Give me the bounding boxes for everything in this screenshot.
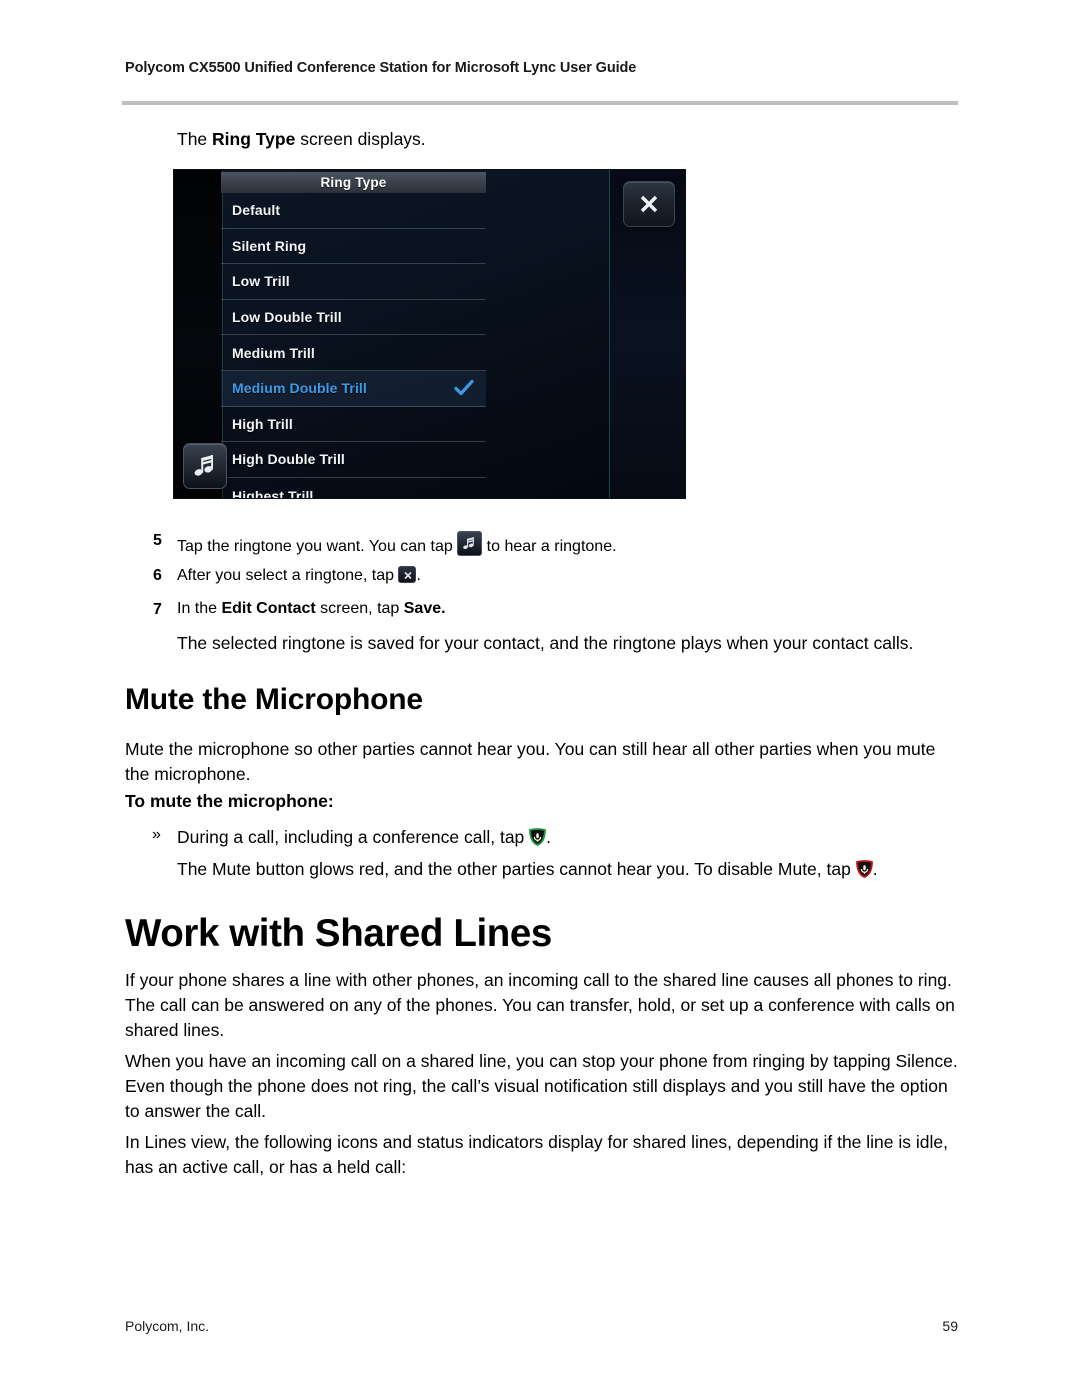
shared-lines-heading: Work with Shared Lines: [125, 912, 552, 955]
footer-company: Polycom, Inc.: [125, 1318, 210, 1334]
close-x-icon: [404, 571, 413, 580]
intro-text-after: screen displays.: [295, 129, 426, 149]
ringtone-list-item[interactable]: Low Double Trill: [221, 300, 486, 336]
mute-green-icon-wrap[interactable]: [529, 828, 547, 846]
mute-result-text-after: .: [872, 859, 878, 879]
step-5-text: Tap the ringtone you want. You can tap t…: [177, 531, 937, 556]
step-7-text: In the Edit Contact screen, tap Save.: [177, 600, 937, 618]
shared-lines-paragraph-2: When you have an incoming call on a shar…: [125, 1051, 958, 1121]
ringtone-list-item[interactable]: Low Trill: [221, 264, 486, 300]
document-page: Polycom CX5500 Unified Conference Statio…: [0, 0, 1080, 1397]
ringtone-label: High Double Trill: [232, 451, 345, 468]
mute-result-text-before: The Mute button glows red, and the other…: [177, 859, 856, 879]
ringtone-label: Low Trill: [232, 273, 290, 290]
music-note-icon: [463, 537, 475, 550]
ring-type-screenshot: Ring Type Default Silent Ring Low Trill Low…: [174, 170, 685, 498]
step-5-text-after: to hear a ringtone.: [482, 538, 617, 555]
step-7-bold-edit-contact: Edit Contact: [221, 600, 316, 617]
ringtone-list[interactable]: Default Silent Ring Low Trill Low Double Tr…: [221, 193, 486, 498]
screenshot-play-ringtone-button[interactable]: [183, 443, 227, 489]
shared-lines-paragraph-3: In Lines view, the following icons and s…: [125, 1132, 948, 1177]
ringtone-label: Default: [232, 202, 281, 219]
step-5-text-before: Tap the ringtone you want. You can tap: [177, 538, 458, 555]
ringtone-list-item[interactable]: Default: [221, 193, 486, 229]
close-x-icon: [640, 195, 658, 213]
running-header: Polycom CX5500 Unified Conference Statio…: [125, 60, 637, 76]
mute-green-icon: [529, 828, 547, 846]
bullet-marker: »: [152, 826, 161, 843]
ringtone-label: Silent Ring: [232, 237, 307, 254]
screenshot-title-bar: Ring Type: [221, 172, 486, 193]
footer-page-number: 59: [942, 1318, 958, 1334]
step-7-text-before: In the: [177, 600, 222, 617]
ringtone-list-item[interactable]: Medium Trill: [221, 335, 486, 371]
music-note-icon: [194, 455, 213, 476]
checkmark-icon: [454, 378, 474, 398]
mute-subheading: To mute the microphone:: [125, 791, 334, 811]
ringtone-list-item[interactable]: Silent Ring: [221, 229, 486, 265]
step-7-text-mid: screen, tap: [315, 600, 404, 617]
step-6-text-after: .: [416, 567, 421, 584]
screenshot-close-button[interactable]: [623, 181, 675, 227]
ringtone-label: Medium Trill: [232, 344, 315, 361]
ringtone-label: Highest Trill: [232, 487, 314, 498]
mute-microphone-heading: Mute the Microphone: [125, 683, 423, 716]
mute-bullet-text: During a call, including a conference ca…: [177, 825, 957, 850]
mute-red-icon-wrap[interactable]: [855, 860, 873, 878]
step-result-paragraph: The selected ringtone is saved for your …: [177, 633, 914, 653]
step-number-6: 6: [153, 567, 162, 584]
mute-intro-paragraph: Mute the microphone so other parties can…: [125, 739, 936, 784]
shared-lines-paragraph-1: If your phone shares a line with other p…: [125, 970, 955, 1040]
screenshot-title-label: Ring Type: [320, 175, 387, 190]
step-number-5: 5: [153, 532, 162, 549]
ringtone-label: High Trill: [232, 415, 293, 432]
ringtone-label: Low Double Trill: [232, 309, 342, 326]
step-6-text-before: After you select a ringtone, tap: [177, 567, 399, 584]
step-6-text: After you select a ringtone, tap .: [177, 566, 937, 585]
ringtone-label: Medium Double Trill: [232, 380, 367, 397]
ringtone-list-item[interactable]: Highest Trill: [221, 478, 486, 498]
mute-result-paragraph: The Mute button glows red, and the other…: [177, 857, 967, 882]
music-note-icon-chip[interactable]: [457, 531, 483, 556]
close-x-icon-chip[interactable]: [398, 566, 417, 583]
intro-paragraph: The Ring Type screen displays.: [177, 127, 877, 152]
ringtone-list-item[interactable]: High Trill: [221, 407, 486, 443]
mute-red-icon: [855, 860, 873, 878]
step-number-7: 7: [153, 601, 162, 618]
ringtone-list-item[interactable]: Medium Double Trill: [221, 370, 486, 407]
ringtone-list-item[interactable]: High Double Trill: [221, 442, 486, 478]
header-rule: [122, 101, 958, 105]
intro-text-bold: Ring Type: [212, 129, 296, 149]
mute-bullet-text-before: During a call, including a conference ca…: [177, 827, 530, 847]
step-7-bold-save: Save.: [403, 600, 446, 617]
intro-text-before: The: [177, 129, 213, 149]
mute-bullet-text-after: .: [546, 827, 552, 847]
